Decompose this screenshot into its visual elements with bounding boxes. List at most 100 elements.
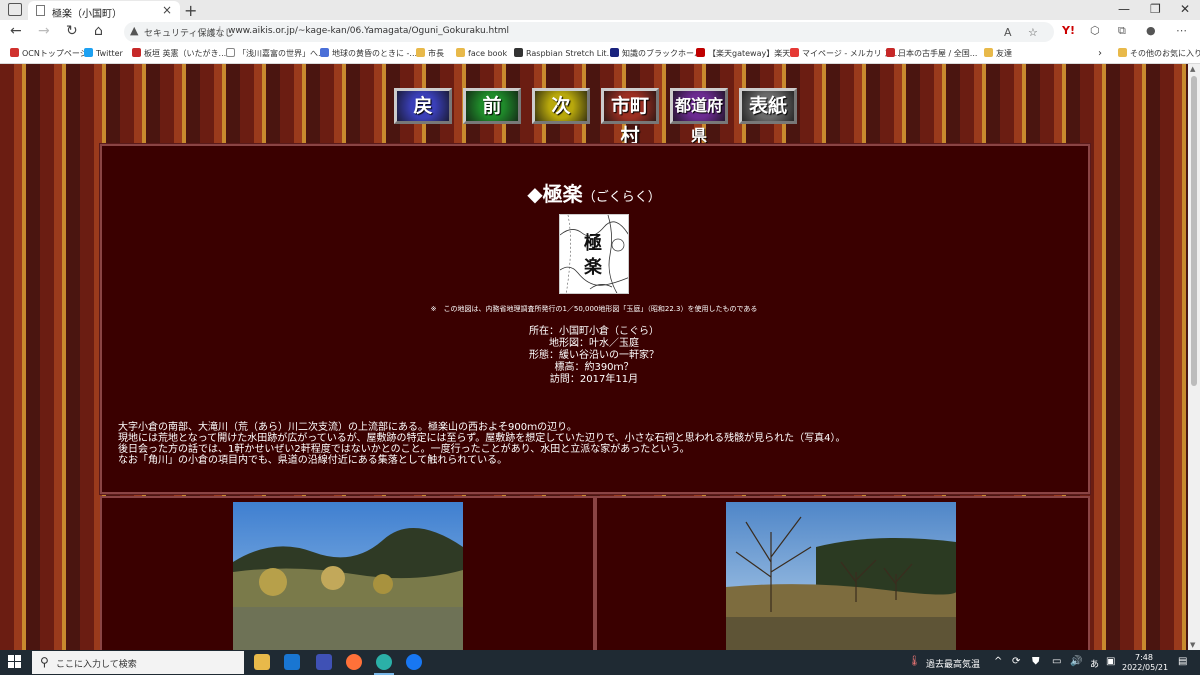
url-text[interactable]: www.aikis.or.jp/~kage-kan/06.Yamagata/Og… xyxy=(228,26,509,36)
page-favicon-icon xyxy=(36,5,45,16)
clock-time: 7:48 xyxy=(1135,653,1153,662)
new-tab-icon[interactable]: + xyxy=(184,1,197,20)
address-bar: ← → ↻ ⌂ ▲ セキュリティ保護なし | www.aikis.or.jp/~… xyxy=(0,20,1200,44)
nav-button-label: 市町村 xyxy=(610,95,649,147)
nav-button-cover[interactable]: 表紙 xyxy=(739,88,797,124)
ime-pad-icon[interactable]: ▣ xyxy=(1106,656,1115,667)
nav-button-municipality[interactable]: 市町村 xyxy=(601,88,659,147)
reload-icon[interactable]: ↻ xyxy=(66,23,78,39)
description-text: 大字小倉の南部、大滝川（荒（あら）川二次支流）の上流部にある。極楽山の西およそ9… xyxy=(118,422,1018,466)
bookmark-label: 市長 xyxy=(428,49,444,58)
weather-text[interactable]: 過去最高気温 xyxy=(926,657,980,670)
nav-button-previous[interactable]: 前 xyxy=(463,88,521,124)
title-bar: 極楽（小国町） × + — ❐ ✕ xyxy=(0,0,1200,20)
close-window-icon[interactable]: ✕ xyxy=(1180,2,1190,16)
tray-overflow-icon[interactable]: ^ xyxy=(994,656,1002,667)
bookmark-label: 友達 xyxy=(996,49,1012,58)
forward-icon[interactable]: → xyxy=(38,23,50,39)
bookmark-label: 日本の古手屋 / 全国... xyxy=(898,49,978,58)
nav-button-label: 戻 xyxy=(413,95,433,117)
network-icon[interactable]: ▭ xyxy=(1052,656,1061,667)
map-credit-note: ※ この地図は、内務省地理調査所発行の1／50,000地形図「玉庭」（昭和22.… xyxy=(430,305,758,313)
map-label-char: 極 xyxy=(584,233,602,254)
bookmark-item[interactable]: OCNトップページ xyxy=(10,48,88,59)
page-viewport: 戻 前 次 市町村 都道府県 表紙 ◆極楽（ごくらく） 極 楽 ※ この地図は、… xyxy=(0,64,1188,650)
security-shield-icon[interactable]: ⛊ xyxy=(1032,656,1040,667)
start-windows-icon[interactable] xyxy=(8,655,22,669)
bookmark-item[interactable]: 地球の黄昏のときに -... xyxy=(320,48,417,59)
site-icon xyxy=(320,48,329,57)
restore-icon[interactable]: ❐ xyxy=(1150,2,1161,16)
rakuten-icon xyxy=(696,48,705,57)
description-line: 現地には荒地となって開けた水田跡が広がっているが、屋敷跡の特定には至らず。屋敷跡… xyxy=(118,433,846,444)
nav-button-return[interactable]: 戻 xyxy=(394,88,452,124)
bookmark-folder[interactable]: face book xyxy=(456,48,507,58)
page-icon xyxy=(226,48,235,57)
edge-icon[interactable] xyxy=(376,654,392,670)
bookmarks-overflow-icon[interactable]: › xyxy=(1098,48,1102,59)
home-icon[interactable]: ⌂ xyxy=(94,23,103,39)
facebook-icon[interactable] xyxy=(406,654,422,670)
scroll-up-icon[interactable]: ▲ xyxy=(1190,65,1195,73)
yahoo-extension-icon[interactable]: Y! xyxy=(1062,24,1075,37)
minimize-icon[interactable]: — xyxy=(1118,2,1130,16)
bookmark-item[interactable]: 日本の古手屋 / 全国... xyxy=(886,48,977,59)
browser-tab[interactable]: 極楽（小国町） × xyxy=(28,1,180,20)
title-reading: （ごくらく） xyxy=(582,190,661,205)
read-aloud-icon[interactable]: A xyxy=(1004,26,1012,39)
photo-2-image xyxy=(726,502,956,650)
firefox-icon[interactable] xyxy=(346,654,362,670)
folder-icon xyxy=(1118,48,1127,57)
ocn-icon xyxy=(10,48,19,57)
taskbar-search-box[interactable]: ⚲ ここに入力して検索 xyxy=(32,651,244,674)
bookmark-item[interactable]: 「浅川嘉富の世界」へ... xyxy=(226,48,326,59)
tab-title: 極楽（小国町） xyxy=(52,9,122,20)
scroll-thumb[interactable] xyxy=(1191,76,1197,386)
close-tab-icon[interactable]: × xyxy=(162,3,172,17)
url-field[interactable]: ▲ セキュリティ保護なし | www.aikis.or.jp/~kage-kan… xyxy=(124,22,1054,42)
folder-icon xyxy=(984,48,993,57)
page-title: ◆極楽（ごくらく） xyxy=(0,178,1188,207)
bookmark-item[interactable]: 知識のブラックホール xyxy=(610,48,702,59)
clock-date: 2022/05/21 xyxy=(1122,663,1169,672)
collections-icon[interactable]: ⧉ xyxy=(1118,24,1126,38)
thermometer-icon[interactable]: 🌡 xyxy=(908,656,921,667)
vertical-scrollbar[interactable]: ▲ ▼ xyxy=(1188,64,1200,650)
file-explorer-icon[interactable] xyxy=(254,654,270,670)
extensions-icon[interactable]: ⬡ xyxy=(1090,24,1100,37)
bookmark-item[interactable]: Raspbian Stretch Lit... xyxy=(514,48,614,58)
notifications-icon[interactable]: ▤ xyxy=(1178,656,1187,667)
other-favorites-folder[interactable]: その他のお気に入り xyxy=(1118,48,1200,59)
raspberry-icon xyxy=(514,48,523,57)
ime-indicator[interactable]: あ xyxy=(1090,657,1099,670)
description-line: 後日会った方の話では、1軒かせいぜい2軒程度ではないかとのこと。一度行ったことが… xyxy=(118,444,690,455)
volume-icon[interactable]: 🔊 xyxy=(1070,656,1082,667)
scroll-down-icon[interactable]: ▼ xyxy=(1190,641,1195,649)
system-clock[interactable]: 7:48 2022/05/21 xyxy=(1122,653,1169,673)
more-menu-icon[interactable]: ⋯ xyxy=(1176,24,1187,37)
warning-icon[interactable]: ▲ xyxy=(130,24,138,37)
profile-avatar-icon[interactable]: ● xyxy=(1146,24,1156,37)
back-icon[interactable]: ← xyxy=(10,23,22,39)
bookmark-folder[interactable]: 市長 xyxy=(416,48,444,59)
tab-actions-icon[interactable] xyxy=(8,3,22,16)
calculator-icon[interactable] xyxy=(316,654,332,670)
bookmark-item[interactable]: 板垣 英憲（いたがき... xyxy=(132,48,226,59)
nav-button-label: 都道府県 xyxy=(674,96,723,145)
add-favorite-icon[interactable]: ☆ xyxy=(1028,26,1038,39)
description-line: なお「角川」の小倉の項目内でも、県道の沿線付近にある集落として触れられている。 xyxy=(118,455,508,466)
bookmark-label: OCNトップページ xyxy=(22,49,88,58)
bookmark-item[interactable]: マイページ - メルカリ ス... xyxy=(790,48,900,59)
description-line: 大字小倉の南部、大滝川（荒（あら）川二次支流）の上流部にある。極楽山の西およそ9… xyxy=(118,422,577,433)
sync-icon[interactable]: ⟳ xyxy=(1012,656,1020,667)
nav-button-prefecture[interactable]: 都道府県 xyxy=(670,88,728,145)
nav-button-next[interactable]: 次 xyxy=(532,88,590,124)
mail-icon[interactable] xyxy=(284,654,300,670)
bookmark-label: その他のお気に入り xyxy=(1130,49,1200,58)
bookmark-item[interactable]: 【楽天gateway】楽天... xyxy=(696,48,798,59)
info-location: 所在：小国町小倉（こぐら） xyxy=(529,326,659,337)
bookmark-label: 知識のブラックホール xyxy=(622,49,702,58)
bookmark-item[interactable]: Twitter xyxy=(84,48,123,58)
folder-icon xyxy=(456,48,465,57)
bookmark-folder[interactable]: 友達 xyxy=(984,48,1012,59)
